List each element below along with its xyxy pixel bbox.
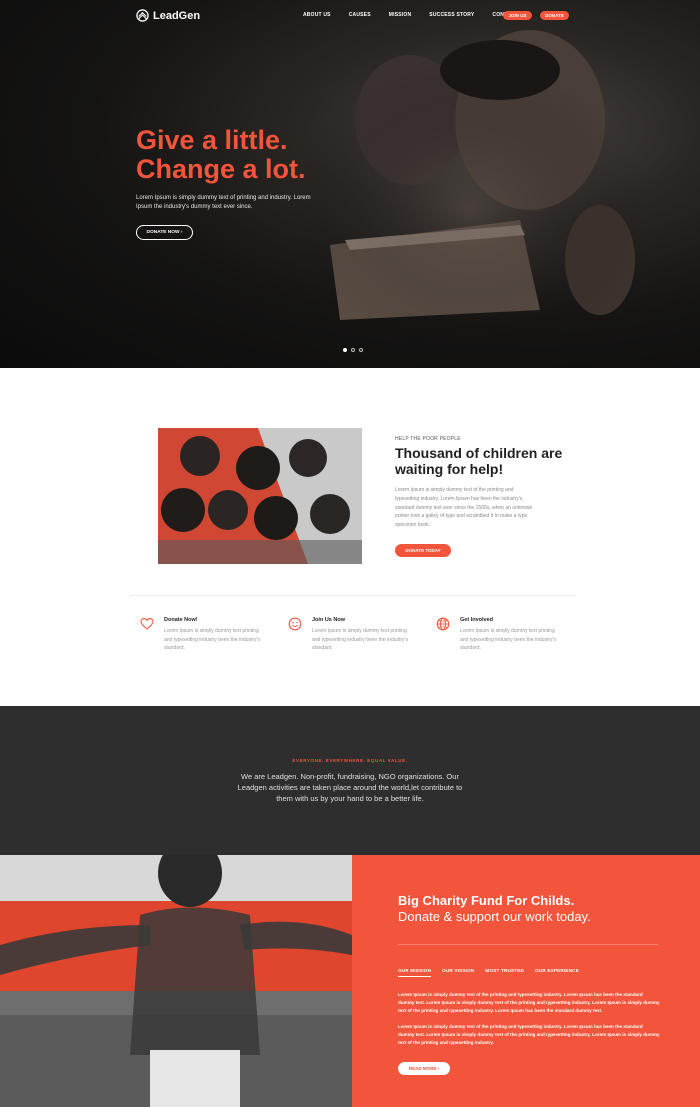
charity-subtitle: Donate & support our work today. (398, 909, 591, 924)
logo-text: LeadGen (153, 9, 201, 22)
section-divider (130, 595, 576, 596)
smiley-icon (288, 617, 302, 631)
join-us-button[interactable]: JOIN US (503, 11, 532, 20)
nav-link-success-story[interactable]: SUCCESS STORY (429, 12, 474, 18)
nav-link-mission[interactable]: MISSION (389, 12, 412, 18)
charity-title-main: Big Charity Fund For Childs. (398, 893, 575, 908)
feature-donate-now: Donate Now! Lorem Ipsum is simply dummy … (140, 617, 274, 653)
children-photo (158, 428, 362, 564)
charity-tabs: OUR MISSION OUR VISSION MOST TRUSTED OUR… (398, 968, 590, 977)
charity-title: Big Charity Fund For Childs. Donate & su… (398, 893, 591, 925)
donate-button[interactable]: DONATE (540, 11, 569, 20)
feature-get-involved: Get Involved Lorem Ipsum is simply dummy… (436, 617, 570, 653)
feature-text: Lorem Ipsum is simply dummy text printin… (164, 628, 261, 652)
slider-dots (343, 348, 363, 352)
globe-icon (436, 617, 450, 631)
child-photo (0, 855, 352, 1107)
about-text: Lorem Ipsum is simply dummy text of the … (395, 487, 533, 529)
hero-title-line-1: Give a little. (136, 125, 288, 155)
children-photo-graphic (158, 428, 362, 564)
slider-dot[interactable] (343, 348, 347, 352)
charity-paragraph-1: Lorem Ipsum is simply dummy text of the … (398, 992, 660, 1014)
nav-link-causes[interactable]: CAUSES (349, 12, 371, 18)
feature-text: Lorem Ipsum is simply dummy text printin… (460, 628, 557, 652)
about-eyebrow: HELP THE POOR PEOPLE (395, 436, 461, 442)
nav-link-about-us[interactable]: ABOUT US (303, 12, 331, 18)
top-nav: LeadGen ABOUT US CAUSES MISSION SUCCESS … (0, 0, 700, 32)
feature-join-us: Join Us Now Lorem Ipsum is simply dummy … (288, 617, 422, 653)
donate-now-button[interactable]: DONATE NOW › (136, 225, 193, 240)
tab-most-trusted[interactable]: MOST TRUSTED (485, 968, 524, 977)
hero-section: LeadGen ABOUT US CAUSES MISSION SUCCESS … (0, 0, 700, 368)
mission-eyebrow: EVERYONE. EVERYWHERE. EQUAL VALUE. (292, 758, 408, 763)
feature-title: Join Us Now (312, 617, 346, 623)
tab-our-experience[interactable]: OUR EXPERIENCE (535, 968, 579, 977)
charity-paragraph-2: Lorem Ipsum is simply dummy text of the … (398, 1024, 660, 1046)
nav-links: ABOUT US CAUSES MISSION SUCCESS STORY CO… (303, 12, 536, 18)
mission-text: We are Leadgen. Non-profit, fundraising,… (237, 772, 463, 804)
charity-divider (398, 944, 658, 945)
tab-our-vission[interactable]: OUR VISSION (442, 968, 474, 977)
hero-title-line-2: Change a lot. (136, 154, 306, 184)
feature-title: Get Involved (460, 617, 494, 623)
hero-photo (290, 30, 650, 360)
feature-title: Donate Now! (164, 617, 198, 623)
slider-dot[interactable] (351, 348, 355, 352)
logo[interactable]: LeadGen (136, 9, 200, 22)
about-title: Thousand of children are waiting for hel… (395, 445, 563, 477)
hero-text: Lorem Ipsum is simply dummy text of prin… (136, 195, 311, 210)
heart-icon (140, 618, 154, 630)
logo-icon (136, 9, 149, 22)
feature-text: Lorem Ipsum is simply dummy text printin… (312, 628, 409, 652)
slider-dot[interactable] (359, 348, 363, 352)
hero-title: Give a little. Change a lot. (136, 126, 306, 184)
donate-today-button[interactable]: DONATE TODAY (395, 544, 451, 557)
child-photo-graphic (0, 855, 352, 1107)
read-more-button[interactable]: READ MORE › (398, 1062, 450, 1075)
tab-our-mission[interactable]: OUR MISSION (398, 968, 432, 977)
